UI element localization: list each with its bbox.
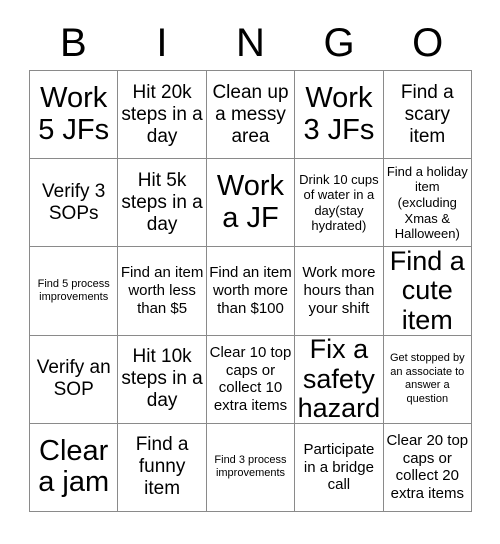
bingo-cell-label: Clean up a messy area: [212, 81, 289, 147]
bingo-cell[interactable]: Find a holiday item (excluding Xmas & Ha…: [383, 159, 472, 248]
bingo-cell[interactable]: Drink 10 cups of water in a day(stay hyd…: [295, 159, 384, 248]
bingo-cell-label: Hit 10k steps in a day: [121, 346, 203, 412]
bingo-cell-label: Work a JF: [216, 170, 285, 234]
bingo-cell[interactable]: Work a JF: [206, 159, 296, 248]
bingo-cell-label: Work 3 JFs: [303, 82, 375, 146]
bingo-cell-label: Drink 10 cups of water in a day(stay hyd…: [299, 171, 379, 234]
bingo-cell-label: Find an item worth less than $5: [120, 264, 204, 317]
bingo-cell[interactable]: Work more hours than your shift: [295, 247, 384, 336]
bingo-cell[interactable]: Verify an SOP: [30, 335, 119, 424]
bingo-cell[interactable]: Find an item worth more than $100: [206, 247, 296, 336]
bingo-cell-label: Find a cute item: [389, 247, 465, 335]
header-letter-g: G: [323, 21, 355, 65]
bingo-cell-label: Work more hours than your shift: [302, 264, 376, 317]
bingo-cell[interactable]: Clear a jam: [30, 423, 119, 512]
bingo-card: B I N G O Work 5 JFs Hit 20k steps in a …: [0, 0, 500, 544]
bingo-cell-label: Find a funny item: [135, 434, 189, 500]
bingo-cell-label: Clear a jam: [38, 435, 110, 499]
bingo-cell[interactable]: Find a scary item: [383, 71, 472, 160]
bingo-cell[interactable]: Find 5 process improvements: [30, 247, 119, 336]
bingo-header-row: B I N G O: [29, 16, 472, 70]
bingo-cell[interactable]: Hit 20k steps in a day: [118, 71, 207, 160]
bingo-cell-label: Clear 20 top caps or collect 20 extra it…: [386, 432, 469, 503]
bingo-cell-label: Verify 3 SOPs: [42, 180, 106, 224]
bingo-cell-label: Hit 20k steps in a day: [121, 81, 203, 147]
header-letter-i: I: [156, 21, 168, 65]
bingo-cell-label: Fix a safety hazard: [297, 335, 381, 423]
bingo-cell[interactable]: Verify 3 SOPs: [30, 159, 119, 248]
bingo-cell[interactable]: Find 3 process improvements: [206, 423, 296, 512]
bingo-cell[interactable]: Clear 20 top caps or collect 20 extra it…: [383, 423, 472, 512]
header-letter-b: B: [59, 21, 87, 65]
bingo-cell[interactable]: Find a funny item: [118, 423, 207, 512]
bingo-cell-label: Work 5 JFs: [38, 82, 110, 146]
bingo-cell[interactable]: Find an item worth less than $5: [118, 247, 207, 336]
bingo-cell-label: Find 5 process improvements: [37, 277, 110, 303]
bingo-cell[interactable]: Work 5 JFs: [30, 71, 119, 160]
bingo-cell[interactable]: Work 3 JFs: [295, 71, 384, 160]
bingo-cell-label: Clear 10 top caps or collect 10 extra it…: [209, 343, 292, 414]
bingo-cell-label: Find an item worth more than $100: [209, 264, 292, 317]
bingo-cell-label: Find a holiday item (excluding Xmas & Ha…: [386, 163, 468, 242]
bingo-grid: Work 5 JFs Hit 20k steps in a day Clean …: [29, 70, 472, 512]
bingo-cell-label: Participate in a bridge call: [303, 440, 375, 494]
bingo-cell[interactable]: Hit 5k steps in a day: [118, 159, 207, 248]
bingo-cell-label: Hit 5k steps in a day: [121, 169, 203, 235]
bingo-cell[interactable]: Participate in a bridge call: [295, 423, 384, 512]
header-letter-o: O: [412, 21, 444, 65]
bingo-cell[interactable]: Hit 10k steps in a day: [118, 335, 207, 424]
bingo-cell[interactable]: Get stopped by an associate to answer a …: [383, 335, 472, 424]
bingo-cell-label: Get stopped by an associate to answer a …: [389, 352, 465, 405]
bingo-cell[interactable]: Find a cute item: [383, 247, 472, 336]
header-letter-n: N: [236, 21, 265, 65]
bingo-cell[interactable]: Clear 10 top caps or collect 10 extra it…: [206, 335, 296, 424]
bingo-cell-label: Find a scary item: [400, 81, 454, 147]
bingo-cell[interactable]: Clean up a messy area: [206, 71, 296, 160]
bingo-cell-label: Find 3 process improvements: [214, 453, 287, 480]
bingo-cell-label: Verify an SOP: [36, 357, 111, 401]
bingo-cell[interactable]: Fix a safety hazard: [295, 335, 384, 424]
